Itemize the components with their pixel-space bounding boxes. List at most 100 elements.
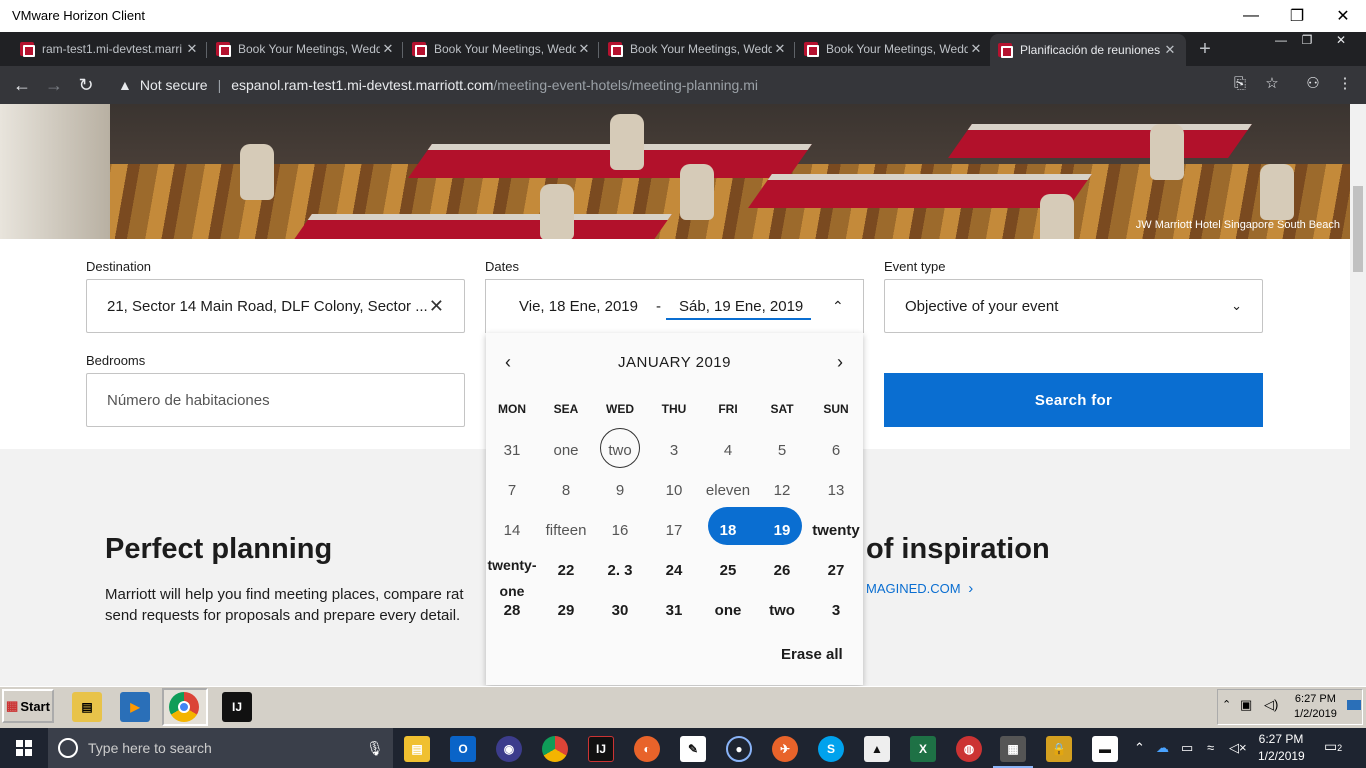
wifi-icon[interactable]: ≈: [1207, 740, 1214, 755]
calendar-day[interactable]: 14: [485, 512, 539, 548]
calendar-day[interactable]: one: [539, 432, 593, 468]
calendar-day[interactable]: twenty-one: [481, 552, 543, 599]
reload-icon[interactable]: ↻: [73, 72, 99, 98]
calendar-day[interactable]: twenty: [809, 512, 863, 548]
tab-2[interactable]: Book Your Meetings, Weddi ✕: [208, 34, 404, 64]
tab-close-icon[interactable]: ✕: [772, 41, 788, 57]
check-out-date[interactable]: Sáb, 19 Ene, 2019: [679, 298, 803, 315]
calendar-day[interactable]: 5: [755, 432, 809, 468]
clear-icon[interactable]: ✕: [429, 296, 444, 317]
tab-close-icon[interactable]: ✕: [968, 41, 984, 57]
menu-kebab-icon[interactable]: ⋮: [1335, 74, 1355, 94]
calendar-day[interactable]: 31: [485, 432, 539, 468]
tab-close-icon[interactable]: ✕: [380, 41, 396, 57]
calendar-day[interactable]: 16: [593, 512, 647, 548]
calendar-day[interactable]: 9: [593, 472, 647, 508]
network-icon[interactable]: ▣: [1240, 697, 1252, 713]
calendar-day[interactable]: 8: [539, 472, 593, 508]
calendar-day[interactable]: 24: [647, 552, 701, 588]
scrollbar-thumb[interactable]: [1353, 186, 1363, 272]
event-type-select[interactable]: Objective of your event ⌄: [884, 279, 1263, 333]
calendar-day[interactable]: 17: [647, 512, 701, 548]
calendar-day[interactable]: eleven: [701, 472, 755, 508]
tab-3[interactable]: Book Your Meetings, Weddi ✕: [404, 34, 600, 64]
calendar-day[interactable]: 28: [485, 592, 539, 628]
tab-close-icon[interactable]: ✕: [1162, 42, 1178, 58]
minimize-button[interactable]: —: [1228, 0, 1274, 32]
onedrive-icon[interactable]: ☁: [1156, 740, 1169, 756]
translate-icon[interactable]: ⎘: [1230, 74, 1250, 94]
incognito-icon[interactable]: ⚇: [1303, 74, 1323, 94]
restore-button[interactable]: ❐: [1274, 0, 1320, 32]
calendar-day[interactable]: 7: [485, 472, 539, 508]
inner-close-icon[interactable]: ✕: [1328, 33, 1354, 49]
calendar-day[interactable]: 19: [755, 512, 809, 548]
remote-start-button[interactable]: ▦ Start: [2, 689, 54, 723]
show-desktop-icon[interactable]: [1347, 700, 1361, 710]
sticky-notes-icon[interactable]: ✎: [680, 736, 706, 762]
tab-1[interactable]: ram-test1.mi-devtest.marri ✕: [12, 34, 208, 64]
intellij-icon[interactable]: IJ: [222, 692, 252, 722]
calendar-day[interactable]: 29: [539, 592, 593, 628]
action-center-icon[interactable]: ▭ 2: [1324, 738, 1346, 758]
tab-5[interactable]: Book Your Meetings, Weddi ✕: [796, 34, 992, 64]
skype-icon[interactable]: S: [818, 736, 844, 762]
calendar-day[interactable]: two: [755, 592, 809, 628]
calendar-day[interactable]: 10: [647, 472, 701, 508]
intellij-icon[interactable]: IJ: [588, 736, 614, 762]
tab-4[interactable]: Book Your Meetings, Weddi ✕: [600, 34, 796, 64]
calendar-day[interactable]: 4: [701, 432, 755, 468]
calendar-day[interactable]: 2. 3: [593, 552, 647, 588]
folder-icon[interactable]: ▤: [72, 692, 102, 722]
calendar-day[interactable]: fifteen: [539, 512, 593, 548]
calendar-day[interactable]: 31: [647, 592, 701, 628]
calendar-day[interactable]: 13: [809, 472, 863, 508]
media-icon[interactable]: ●: [726, 736, 752, 762]
search-button[interactable]: Search for: [884, 373, 1263, 427]
tab-close-icon[interactable]: ✕: [576, 41, 592, 57]
tab-close-icon[interactable]: ✕: [184, 41, 200, 57]
photos-icon[interactable]: ▲: [864, 736, 890, 762]
chrome-icon[interactable]: [542, 736, 568, 762]
bedrooms-input[interactable]: Número de habitaciones: [86, 373, 465, 427]
chevron-up-icon[interactable]: ⌃: [832, 298, 844, 315]
calendar-day[interactable]: 27: [809, 552, 863, 588]
calendar-day[interactable]: 3: [647, 432, 701, 468]
outlook-icon[interactable]: O: [450, 736, 476, 762]
file-explorer-icon[interactable]: ▤: [404, 736, 430, 762]
firefox-icon[interactable]: ◐: [634, 736, 660, 762]
eclipse-icon[interactable]: ◉: [496, 736, 522, 762]
calendar-day[interactable]: 25: [701, 552, 755, 588]
back-arrow-icon[interactable]: ←: [9, 72, 35, 98]
calendar-day[interactable]: one: [701, 592, 755, 628]
check-in-date[interactable]: Vie, 18 Ene, 2019: [519, 298, 638, 315]
tab-6-active[interactable]: Planificación de reuniones d ✕: [990, 34, 1186, 66]
windows-start-button[interactable]: [0, 728, 48, 768]
address-bar[interactable]: ▲ Not secure | espanol.ram-test1.mi-devt…: [106, 70, 1296, 100]
volume-muted-icon[interactable]: ◁×: [1229, 740, 1247, 756]
microphone-icon[interactable]: 🎙: [366, 740, 384, 757]
battery-icon[interactable]: ▭: [1181, 740, 1193, 756]
close-button[interactable]: ✕: [1320, 0, 1366, 32]
destination-field[interactable]: 21, Sector 14 Main Road, DLF Colony, Sec…: [86, 279, 465, 333]
inner-minimize-icon[interactable]: —: [1268, 33, 1294, 49]
tray-expand-icon[interactable]: ⌃: [1222, 698, 1231, 711]
inner-restore-icon[interactable]: ❐: [1294, 33, 1320, 49]
calendar-day[interactable]: 22: [539, 552, 593, 588]
calendar-day[interactable]: two: [593, 432, 647, 468]
inspiration-link[interactable]: MAGINED.COM ›: [866, 580, 973, 597]
bookmark-star-icon[interactable]: ☆: [1262, 74, 1282, 94]
clapper-icon[interactable]: ▬: [1092, 736, 1118, 762]
excel-icon[interactable]: X: [910, 736, 936, 762]
calendar-day[interactable]: 30: [593, 592, 647, 628]
erase-all-button[interactable]: Erase all: [781, 646, 843, 663]
calendar-day[interactable]: 18: [701, 512, 755, 548]
calendar-day[interactable]: 6: [809, 432, 863, 468]
postman-icon[interactable]: ✈: [772, 736, 798, 762]
calendar-day[interactable]: 3: [809, 592, 863, 628]
media-player-icon[interactable]: ▶: [120, 692, 150, 722]
new-tab-button[interactable]: +: [1193, 38, 1217, 62]
lock-icon[interactable]: 🔒: [1046, 736, 1072, 762]
calendar-day[interactable]: 12: [755, 472, 809, 508]
forward-arrow-icon[interactable]: →: [41, 72, 67, 98]
